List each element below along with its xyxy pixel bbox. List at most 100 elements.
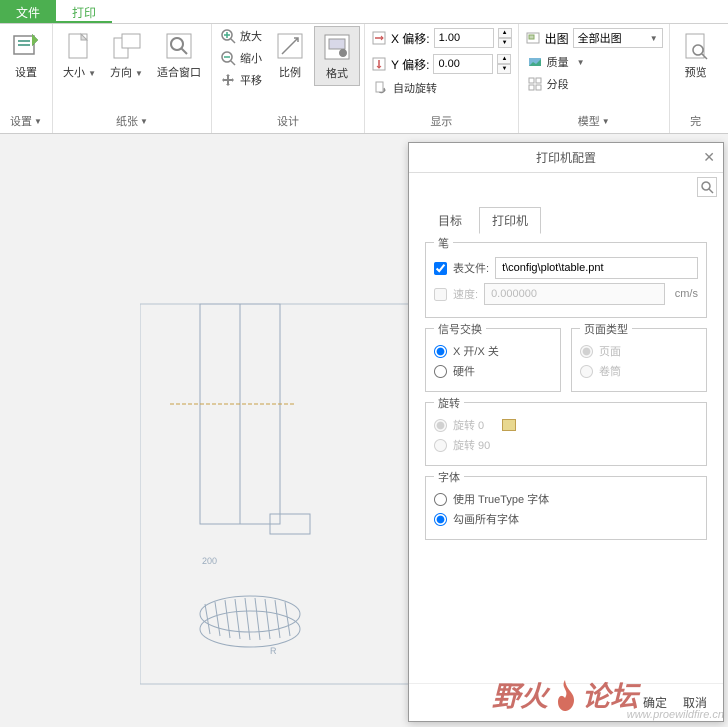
y-offset-up[interactable]: ▲ xyxy=(497,54,511,64)
ribbon-group-display: X 偏移: ▲ ▼ Y 偏移: ▲ ▼ xyxy=(365,24,519,133)
scale-icon xyxy=(274,30,306,62)
y-offset-down[interactable]: ▼ xyxy=(497,64,511,74)
ribbon-group-design: 放大 缩小 平移 比例 xyxy=(212,24,365,133)
tab-file[interactable]: 文件 xyxy=(0,0,56,23)
format-icon xyxy=(321,31,353,63)
y-offset-input[interactable] xyxy=(433,54,493,74)
radio-truetype[interactable] xyxy=(434,493,447,506)
preview-icon xyxy=(680,30,712,62)
search-icon xyxy=(700,180,714,194)
plot-icon xyxy=(525,30,541,46)
rotate90-label: 旋转 90 xyxy=(453,437,490,453)
fieldset-signal: 信号交换 X 开/X 关 硬件 xyxy=(425,328,561,392)
page-size-icon xyxy=(63,30,95,62)
radio-drawall[interactable] xyxy=(434,513,447,526)
legend-pagetype: 页面类型 xyxy=(580,321,632,337)
plot-label: 出图 xyxy=(545,30,569,47)
folder-icon xyxy=(502,419,516,431)
table-file-label: 表文件: xyxy=(453,260,489,276)
table-file-input[interactable] xyxy=(495,257,698,279)
speed-input xyxy=(484,283,665,305)
rotate0-label: 旋转 0 xyxy=(453,417,484,433)
tab-target[interactable]: 目标 xyxy=(425,207,475,234)
zoom-in-button[interactable]: 放大 xyxy=(216,26,266,46)
y-offset-label: Y 偏移: xyxy=(391,56,429,73)
quality-button[interactable]: 质量▼ xyxy=(523,52,665,72)
orient-label: 方向 ▼ xyxy=(110,64,143,80)
radio-rotate90 xyxy=(434,439,447,452)
size-button[interactable]: 大小 ▼ xyxy=(57,26,102,84)
settings-button[interactable]: 设置 xyxy=(4,26,48,84)
x-offset-input[interactable] xyxy=(434,28,494,48)
format-button[interactable]: 格式 xyxy=(314,26,360,86)
roll-label: 卷筒 xyxy=(599,363,621,379)
ribbon: 设置 设置▼ 大小 ▼ 方向 ▼ xyxy=(0,24,728,134)
fieldset-font: 字体 使用 TrueType 字体 勾画所有字体 xyxy=(425,476,707,540)
ribbon-group-settings: 设置 设置▼ xyxy=(0,24,53,133)
legend-font: 字体 xyxy=(434,469,464,485)
x-offset-up[interactable]: ▲ xyxy=(498,28,512,38)
plot-select[interactable]: 全部出图▼ xyxy=(573,28,663,48)
group-label-design: 设计 xyxy=(216,111,360,131)
radio-rotate0 xyxy=(434,419,447,432)
segment-icon xyxy=(527,76,543,92)
svg-text:200: 200 xyxy=(202,556,217,566)
quality-icon xyxy=(527,54,543,70)
pan-button[interactable]: 平移 xyxy=(216,70,266,90)
y-offset-row: Y 偏移: ▲ ▼ xyxy=(369,52,514,76)
legend-pen: 笔 xyxy=(434,235,453,251)
fieldset-pagetype: 页面类型 页面 卷筒 xyxy=(571,328,707,392)
preview-button[interactable]: 预览 xyxy=(674,26,718,84)
zoom-out-button[interactable]: 缩小 xyxy=(216,48,266,68)
legend-rotate: 旋转 xyxy=(434,395,464,411)
fieldset-rotate: 旋转 旋转 0 旋转 90 xyxy=(425,402,707,466)
table-file-checkbox[interactable] xyxy=(434,262,447,275)
group-label-model: 模型▼ xyxy=(523,111,665,131)
fit-window-icon xyxy=(163,30,195,62)
group-label-display: 显示 xyxy=(369,111,514,131)
x-offset-icon xyxy=(371,30,387,46)
tab-printer[interactable]: 打印机 xyxy=(479,207,541,234)
printer-config-dialog: 打印机配置 ✕ 目标 打印机 笔 表文件: 速度: cm/s xyxy=(408,142,724,722)
orient-button[interactable]: 方向 ▼ xyxy=(104,26,149,84)
group-label-finish: 完 xyxy=(674,111,718,131)
auto-rotate-icon xyxy=(373,80,389,96)
top-tab-bar: 文件 打印 xyxy=(0,0,728,24)
hardware-label: 硬件 xyxy=(453,363,475,379)
x-offset-label: X 偏移: xyxy=(391,30,430,47)
xonxoff-label: X 开/X 关 xyxy=(453,343,499,359)
svg-text:R: R xyxy=(270,646,277,656)
fieldset-pen: 笔 表文件: 速度: cm/s xyxy=(425,242,707,318)
tab-print[interactable]: 打印 xyxy=(56,0,112,23)
pan-icon xyxy=(220,72,236,88)
dialog-close-button[interactable]: ✕ xyxy=(703,149,715,166)
group-label-settings: 设置▼ xyxy=(4,111,48,131)
drawall-label: 勾画所有字体 xyxy=(453,511,519,527)
dialog-search-button[interactable] xyxy=(697,177,717,197)
settings-label: 设置 xyxy=(15,64,37,80)
fit-window-button[interactable]: 适合窗口 xyxy=(151,26,207,84)
dialog-tabs: 目标 打印机 xyxy=(409,201,723,234)
segment-button[interactable]: 分段 xyxy=(523,74,665,94)
dialog-titlebar[interactable]: 打印机配置 ✕ xyxy=(409,143,723,173)
dialog-body: 笔 表文件: 速度: cm/s 信号交换 X 开/X 关 xyxy=(409,234,723,683)
radio-xonxoff[interactable] xyxy=(434,345,447,358)
y-offset-icon xyxy=(371,56,387,72)
truetype-label: 使用 TrueType 字体 xyxy=(453,491,549,507)
drawing-content: 200 R xyxy=(140,284,420,704)
radio-hardware[interactable] xyxy=(434,365,447,378)
speed-label: 速度: xyxy=(453,286,478,302)
ok-button[interactable]: 确定 xyxy=(643,694,667,711)
legend-signal: 信号交换 xyxy=(434,321,486,337)
auto-rotate-button[interactable]: 自动旋转 xyxy=(369,78,514,98)
radio-page xyxy=(580,345,593,358)
scale-button[interactable]: 比例 xyxy=(268,26,312,84)
zoom-out-icon xyxy=(220,50,236,66)
dialog-footer: 确定 取消 xyxy=(409,683,723,721)
x-offset-down[interactable]: ▼ xyxy=(498,38,512,48)
plot-row: 出图 全部出图▼ xyxy=(523,26,665,50)
x-offset-row: X 偏移: ▲ ▼ xyxy=(369,26,514,50)
cancel-button[interactable]: 取消 xyxy=(683,694,707,711)
orient-icon xyxy=(110,30,142,62)
speed-checkbox xyxy=(434,288,447,301)
